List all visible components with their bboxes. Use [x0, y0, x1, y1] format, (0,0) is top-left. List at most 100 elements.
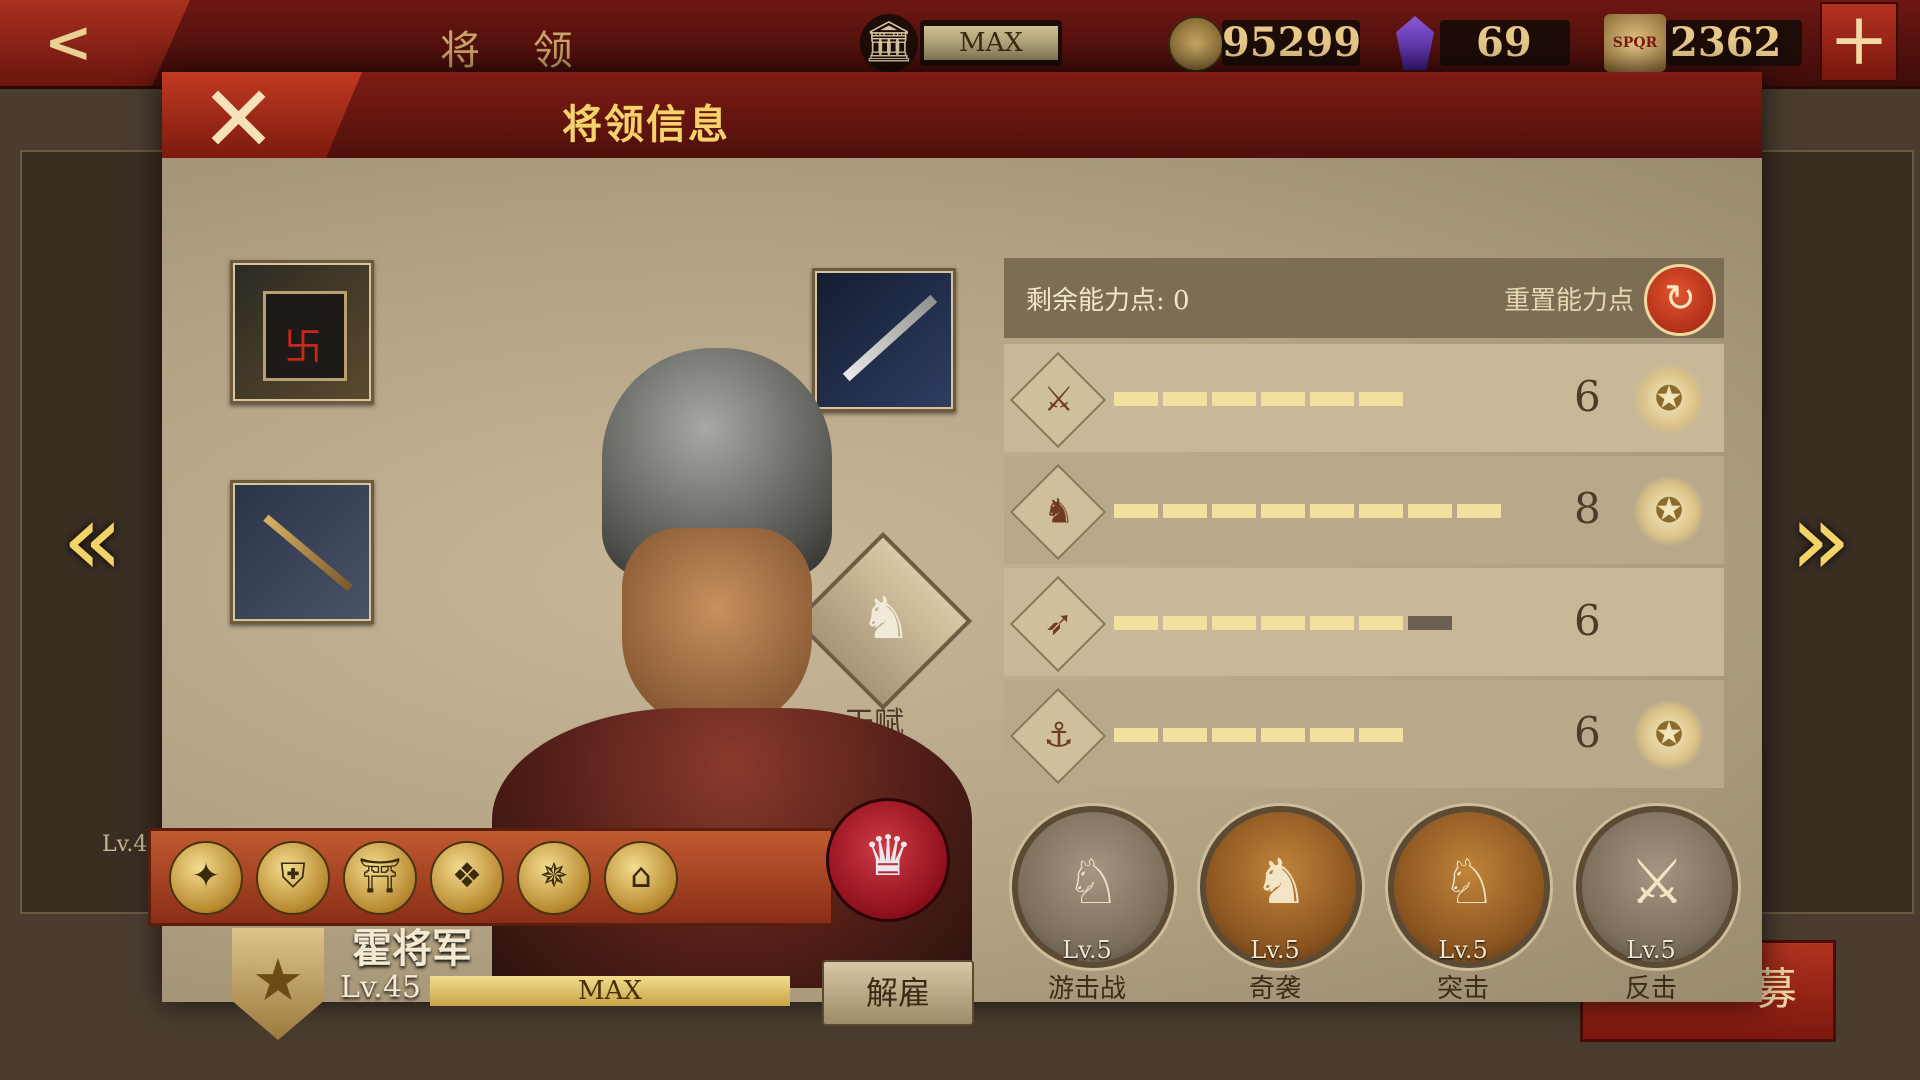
- gem-icon: [1396, 16, 1434, 70]
- crown-icon: ♛: [862, 824, 914, 889]
- stat-segment-filled: [1114, 616, 1158, 630]
- stat-segment-filled: [1310, 616, 1354, 630]
- medal-2[interactable]: ⛨: [256, 841, 330, 915]
- stat-segment-filled: [1114, 392, 1158, 406]
- general-name: 霍将军: [352, 925, 472, 972]
- beast-icon: ✦: [191, 856, 221, 896]
- stat-segment-filled: [1212, 504, 1256, 518]
- rider-icon: ♘: [1441, 845, 1497, 918]
- remaining-points-label: 剩余能力点: 0: [1026, 286, 1190, 316]
- experience-bar-text: MAX: [578, 976, 642, 1006]
- stat-value: 8: [1574, 484, 1601, 533]
- dismiss-button[interactable]: 解雇: [822, 960, 974, 1026]
- skill-level: Lv.5: [1250, 936, 1300, 964]
- stat-row-cavalry: ♞ 8 ✪: [1004, 456, 1724, 564]
- skill-name: 突击: [1436, 974, 1489, 1004]
- war-banner-icon: 卐: [263, 291, 347, 381]
- emblem-icon: ❖: [451, 856, 483, 896]
- gem-value: 69: [1476, 19, 1532, 66]
- crown-button[interactable]: ♛: [826, 798, 950, 922]
- stat-segment-filled: [1310, 392, 1354, 406]
- stat-row-attack: ⚔ 6 ✪: [1004, 344, 1724, 452]
- skill-name: 游击战: [1047, 974, 1126, 1004]
- spear-equipment-slot[interactable]: [230, 480, 374, 624]
- stat-segment-filled: [1310, 728, 1354, 742]
- cavalry-figures-icon: ♘: [1065, 845, 1121, 918]
- chariot-icon: ♞: [1253, 845, 1309, 918]
- close-icon: ✕: [200, 66, 278, 173]
- laurel-star-crest-icon: ✪: [1634, 476, 1704, 546]
- reset-points-label: 重置能力点: [1504, 286, 1635, 316]
- stat-segment-filled: [1261, 616, 1305, 630]
- medal-4[interactable]: ❖: [430, 841, 504, 915]
- medal-row: ✦ ⛨ ⛩ ❖ ✵ ⌂: [148, 828, 834, 926]
- close-button[interactable]: ✕: [162, 72, 362, 158]
- stat-segment-filled: [1408, 504, 1452, 518]
- shield-icon: ⛨: [280, 856, 306, 896]
- stat-segment-filled: [1261, 392, 1305, 406]
- stat-segment-filled: [1457, 504, 1501, 518]
- stat-segment-filled: [1359, 616, 1403, 630]
- laurel-star-crest-icon: ✪: [1634, 700, 1704, 770]
- dialog-body: 卐 ♞ 天赋 ✦ ⛨ ⛩ ❖ ✵ ⌂ ♛: [148, 158, 1762, 1040]
- bow-stat-icon: ➶: [1009, 575, 1107, 673]
- horse-stat-icon: ♞: [1009, 463, 1107, 561]
- gate-icon: ⛩: [358, 856, 402, 896]
- face: [622, 528, 812, 728]
- experience-bar: MAX: [430, 976, 790, 1006]
- stat-segment-filled: [1359, 504, 1403, 518]
- building-level-bar: MAX: [920, 20, 1062, 66]
- stat-segment-filled: [1114, 728, 1158, 742]
- banner-equipment-slot[interactable]: 卐: [230, 260, 374, 404]
- building-icon: 🏛: [860, 14, 918, 72]
- anchor-stat-icon: ⚓: [1009, 687, 1107, 785]
- spqr-label: SPQR: [1612, 35, 1658, 51]
- coin-icon: [1168, 16, 1224, 72]
- skill-name: 奇袭: [1248, 974, 1301, 1004]
- compass-icon: ✵: [539, 856, 569, 896]
- medal-6[interactable]: ⌂: [604, 841, 678, 915]
- stat-segment-filled: [1261, 504, 1305, 518]
- skill-level: Lv.5: [1438, 936, 1488, 964]
- page-title: 将 领: [440, 28, 593, 74]
- stat-value: 6: [1574, 596, 1601, 645]
- stat-segment-filled: [1163, 392, 1207, 406]
- previous-general-arrow-icon[interactable]: «: [62, 490, 123, 590]
- medal-5[interactable]: ✵: [517, 841, 591, 915]
- stat-row-archery: ➶ 6: [1004, 568, 1724, 676]
- spqr-eagle-icon: SPQR: [1604, 14, 1666, 72]
- stat-segment-filled: [1212, 392, 1256, 406]
- spear-icon: [263, 514, 353, 592]
- reset-points-button[interactable]: ↻: [1644, 264, 1716, 336]
- stat-value: 6: [1574, 708, 1601, 757]
- stat-segment-filled: [1212, 616, 1256, 630]
- stat-segment-filled: [1261, 728, 1305, 742]
- stat-segment-filled: [1114, 504, 1158, 518]
- rank-shield-icon: ★: [232, 928, 324, 1040]
- stat-segment-filled: [1163, 728, 1207, 742]
- ability-points-header: 剩余能力点: 0 重置能力点 ↻: [1004, 258, 1724, 338]
- back-arrow-icon: <: [44, 8, 93, 76]
- plus-icon: +: [1828, 0, 1890, 81]
- honor-value: 2362: [1670, 19, 1782, 66]
- coin-value: 95299: [1222, 19, 1362, 66]
- stat-segment-filled: [1359, 728, 1403, 742]
- next-general-arrow-icon[interactable]: »: [1790, 490, 1851, 590]
- coin-display: 95299: [1222, 19, 1362, 66]
- skill-name: 反击: [1624, 974, 1677, 1004]
- medal-3[interactable]: ⛩: [343, 841, 417, 915]
- sword-stat-icon: ⚔: [1009, 351, 1107, 449]
- building-level-text: MAX: [959, 28, 1023, 58]
- general-info-dialog: ✕ 将领信息 卐 ♞ 天赋 ✦ ⛨ ⛩: [148, 72, 1762, 1040]
- stat-segment-filled: [1163, 504, 1207, 518]
- stat-segment-filled: [1163, 616, 1207, 630]
- skill-level: Lv.5: [1062, 936, 1112, 964]
- general-level: Lv.45: [340, 970, 422, 1005]
- skill-level: Lv.5: [1626, 936, 1676, 964]
- laurel-star-crest-icon: ✪: [1634, 364, 1704, 434]
- stat-segment-empty: [1408, 616, 1452, 630]
- medal-1[interactable]: ✦: [169, 841, 243, 915]
- dialog-title: 将领信息: [562, 101, 730, 148]
- gem-display: 69: [1440, 20, 1570, 66]
- add-resource-button[interactable]: +: [1820, 2, 1898, 82]
